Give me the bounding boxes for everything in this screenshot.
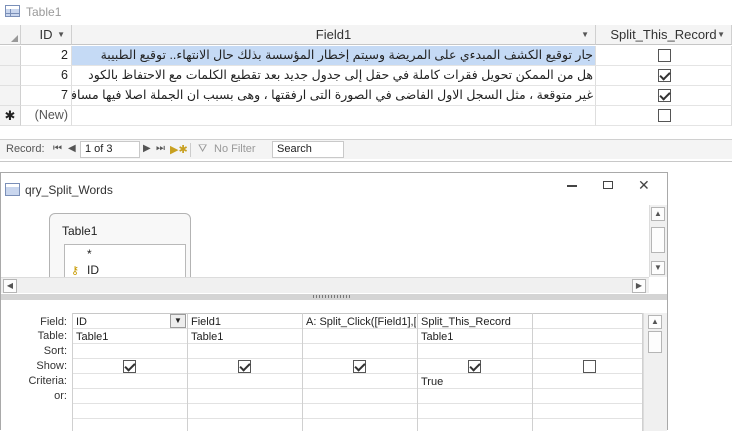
split-checkbox[interactable] [658, 69, 671, 82]
table-pane-hscroll[interactable]: ◀ ▶ [1, 277, 649, 293]
query-design-window: qry_Split_Words ✕ Table1 * ⚷ ID ▲ ▼ ◀ ▶ … [0, 172, 668, 431]
row-selector[interactable] [0, 86, 21, 106]
split-checkbox[interactable] [658, 89, 671, 102]
record-label: Record: [6, 143, 45, 155]
column-header-field1[interactable]: Field1 ▼ [72, 25, 596, 45]
next-record-icon[interactable]: ▶ [143, 143, 151, 154]
split-checkbox[interactable] [658, 49, 671, 62]
field-list-item[interactable]: * [87, 247, 92, 261]
grid-field-value[interactable]: Split_This_Record [421, 316, 531, 328]
scroll-up-icon[interactable]: ▲ [648, 315, 662, 329]
select-all-corner[interactable] [0, 25, 21, 45]
chevron-down-icon[interactable]: ▼ [57, 25, 65, 45]
close-icon[interactable]: ✕ [638, 177, 650, 194]
chevron-down-icon[interactable]: ▼ [170, 314, 186, 328]
divider [190, 143, 191, 157]
new-record-icon[interactable]: ▶✱ [170, 143, 188, 156]
grid-table-value[interactable]: Table1 [191, 331, 299, 343]
show-checkbox[interactable] [238, 360, 251, 373]
scroll-down-icon[interactable]: ▼ [651, 261, 665, 275]
cell-id[interactable]: 2 [21, 46, 72, 66]
row-label-or: or: [54, 390, 67, 402]
split-checkbox[interactable] [658, 109, 671, 122]
show-checkbox[interactable] [583, 360, 596, 373]
query-window-title: qry_Split_Words [25, 183, 113, 197]
scroll-up-icon[interactable]: ▲ [651, 207, 665, 221]
scroll-left-icon[interactable]: ◀ [3, 279, 17, 293]
cell-field1[interactable]: غير متوقعة ، مثل السجل الاول الفاضى في ا… [72, 86, 596, 106]
cell-id[interactable]: 7 [21, 86, 72, 106]
record-position-box[interactable]: 1 of 3 [80, 141, 140, 158]
row-label-sort: Sort: [43, 345, 67, 357]
key-icon: ⚷ [71, 265, 80, 277]
grid-table-value[interactable]: Table1 [76, 331, 176, 343]
column-header-label: Field1 [315, 27, 352, 42]
row-label-criteria: Criteria: [28, 375, 67, 387]
scroll-thumb[interactable] [651, 227, 665, 253]
row-selector[interactable] [0, 66, 21, 86]
row-label-show: Show: [36, 360, 67, 372]
table-pane-vscroll[interactable]: ▲ ▼ [649, 205, 667, 277]
show-checkbox[interactable] [353, 360, 366, 373]
design-grid: Field: Table: Sort: Show: Criteria: or: … [1, 300, 667, 431]
table-field-list[interactable]: Table1 * ⚷ ID [49, 213, 191, 288]
grid-field-value[interactable]: ID [76, 316, 166, 328]
row-selector[interactable] [0, 46, 21, 66]
field-list-title: Table1 [62, 224, 98, 238]
scroll-thumb[interactable] [648, 331, 662, 353]
table-pane: Table1 * ⚷ ID ▲ ▼ ◀ ▶ [1, 205, 667, 293]
cell-id[interactable]: 6 [21, 66, 72, 86]
chevron-down-icon[interactable]: ▼ [717, 25, 725, 45]
minimize-icon[interactable] [567, 185, 577, 187]
filter-icon[interactable]: ⛛ [198, 143, 207, 156]
restore-icon[interactable] [603, 181, 613, 189]
scroll-right-icon[interactable]: ▶ [632, 279, 646, 293]
cell-split [596, 66, 732, 86]
search-input[interactable]: Search [272, 141, 344, 158]
grid-table-value[interactable]: Table1 [421, 331, 529, 343]
record-navigator: Record: ⏮ ◀ 1 of 3 ▶ ⏭ ▶✱ ⛛ No Filter Se… [0, 139, 732, 159]
cell-field1[interactable]: جار توقيع الكشف المبدءي على المريضة وسيت… [72, 46, 596, 66]
new-record-placeholder[interactable]: (New) [21, 106, 72, 126]
design-grid-vscroll[interactable]: ▲ [643, 313, 667, 431]
query-icon [5, 183, 20, 196]
column-header-id[interactable]: ID ▼ [21, 25, 72, 45]
column-header-split[interactable]: Split_This_Record ▼ [596, 25, 732, 45]
chevron-down-icon[interactable]: ▼ [581, 25, 589, 45]
table-window-title: Table1 [26, 5, 62, 19]
table-datasheet-window: Table1 ID ▼ Field1 ▼ Split_This_Record ▼ 2 … [0, 0, 732, 162]
no-filter-label[interactable]: No Filter [214, 143, 256, 155]
cell-split [596, 86, 732, 106]
previous-record-icon[interactable]: ◀ [68, 143, 76, 154]
row-label-table: Table: [37, 330, 67, 342]
cell-split [596, 46, 732, 66]
cell-split-new [596, 106, 732, 126]
column-header-label: ID [39, 27, 53, 42]
grid-field-value[interactable]: Field1 [191, 316, 299, 328]
grid-criteria-value[interactable]: True [421, 376, 529, 388]
table-window-titlebar[interactable]: Table1 [0, 0, 732, 24]
grid-field-value[interactable]: A: Split_Click([Field1],[ID]) [306, 316, 416, 328]
show-checkbox[interactable] [468, 360, 481, 373]
new-record-marker[interactable]: ✱ [0, 106, 21, 126]
cell-field1[interactable]: هل من الممكن تحويل فقرات كاملة في حقل إل… [72, 66, 596, 86]
last-record-icon[interactable]: ⏭ [156, 143, 165, 154]
first-record-icon[interactable]: ⏮ [53, 143, 62, 154]
cell-field1-new[interactable] [72, 106, 596, 126]
column-header-label: Split_This_Record [610, 27, 717, 42]
table-icon [5, 5, 20, 17]
query-window-titlebar[interactable]: qry_Split_Words ✕ [1, 173, 667, 205]
splitter-grip[interactable] [313, 295, 351, 298]
field-list-item[interactable]: ID [87, 263, 99, 277]
row-label-field: Field: [40, 316, 67, 328]
show-checkbox[interactable] [123, 360, 136, 373]
